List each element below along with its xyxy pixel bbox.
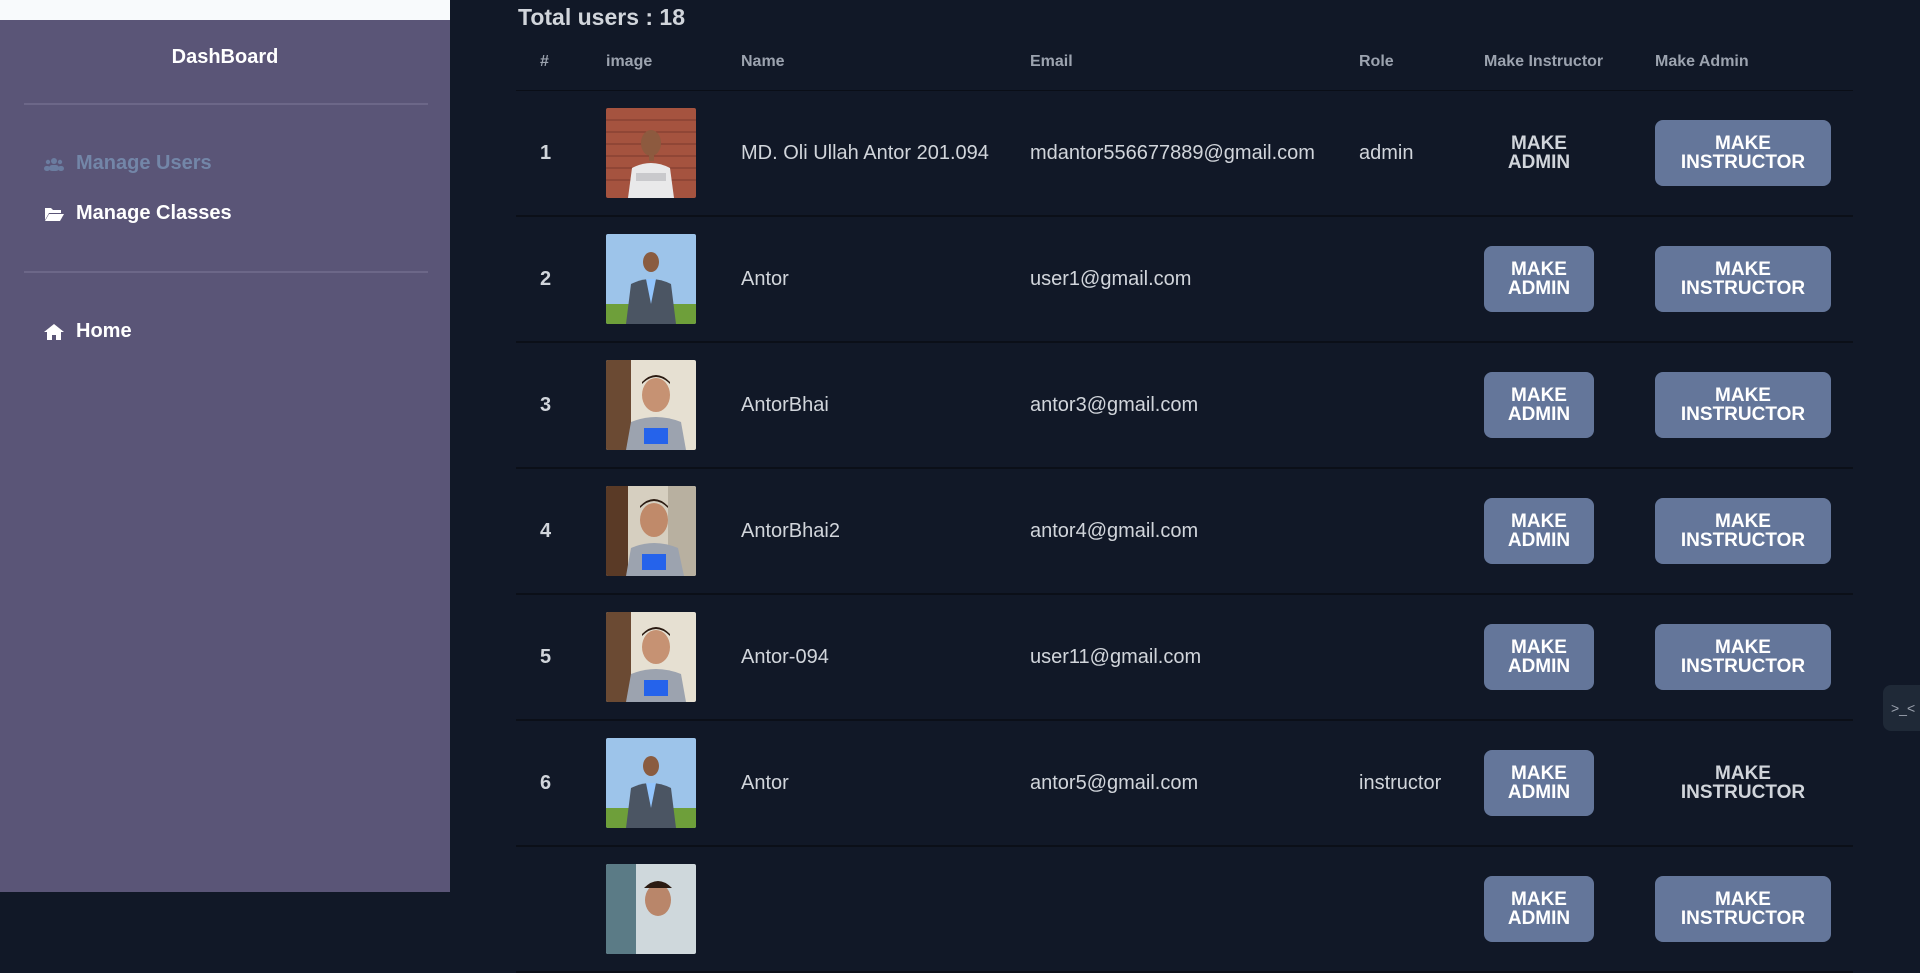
make-admin-button[interactable]: MAKE ADMIN bbox=[1484, 498, 1594, 564]
make-instructor-button[interactable]: MAKE INSTRUCTOR bbox=[1655, 246, 1831, 312]
column-header-make-admin: Make Admin bbox=[1655, 53, 1749, 70]
total-users-label: Total users : 18 bbox=[518, 4, 686, 30]
user-avatar bbox=[606, 108, 696, 198]
row-number: 3 bbox=[540, 393, 552, 416]
user-avatar bbox=[606, 612, 696, 702]
user-name: AntorBhai bbox=[741, 393, 829, 416]
sidebar-item-label: Manage Users bbox=[76, 152, 212, 174]
make-admin-button[interactable]: MAKE ADMIN bbox=[1484, 876, 1594, 942]
table-row: 2 Antor user1@gmail.com MAKE ADMIN MAKE … bbox=[516, 217, 1853, 343]
table-header: # image Name Email Role Make Instructor … bbox=[516, 40, 1853, 91]
table-row: 3 AntorBhai antor3@gmail.com MAKE ADMIN … bbox=[516, 343, 1853, 469]
make-admin-button[interactable]: MAKE ADMIN bbox=[1484, 372, 1594, 438]
make-admin-button[interactable]: MAKE ADMIN bbox=[1484, 624, 1594, 690]
home-icon bbox=[44, 322, 64, 342]
row-number: 5 bbox=[540, 645, 552, 668]
user-avatar bbox=[606, 486, 696, 576]
side-widget-tab[interactable]: >_< bbox=[1883, 685, 1920, 731]
make-instructor-button[interactable]: MAKE INSTRUCTOR bbox=[1655, 624, 1831, 690]
table-row: 6 Antor antor5@gmail.com instructor MAKE… bbox=[516, 721, 1853, 847]
table-row: 1 MD. Oli Ullah Antor 201.094 mdantor556… bbox=[516, 91, 1853, 217]
column-header-email: Email bbox=[1030, 53, 1073, 70]
sidebar-item-home[interactable]: Home bbox=[44, 320, 132, 343]
make-admin-button[interactable]: MAKE ADMIN bbox=[1484, 120, 1594, 186]
user-role: admin bbox=[1359, 141, 1414, 164]
table-row: MAKE ADMIN MAKE INSTRUCTOR bbox=[516, 847, 1853, 973]
user-role: instructor bbox=[1359, 771, 1442, 794]
make-instructor-button[interactable]: MAKE INSTRUCTOR bbox=[1655, 372, 1831, 438]
make-instructor-button[interactable]: MAKE INSTRUCTOR bbox=[1655, 498, 1831, 564]
row-number: 1 bbox=[540, 141, 552, 164]
user-email: mdantor556677889@gmail.com bbox=[1030, 141, 1315, 164]
users-icon bbox=[44, 154, 64, 174]
row-number: 4 bbox=[540, 519, 552, 542]
sidebar-item-manage-users[interactable]: Manage Users bbox=[44, 152, 212, 175]
users-table: # image Name Email Role Make Instructor … bbox=[516, 40, 1853, 973]
user-avatar bbox=[606, 234, 696, 324]
user-name: Antor-094 bbox=[741, 645, 829, 668]
user-name: AntorBhai2 bbox=[741, 519, 840, 542]
sidebar-top-strip bbox=[0, 0, 450, 20]
make-instructor-button[interactable]: MAKE INSTRUCTOR bbox=[1655, 876, 1831, 942]
user-name: Antor bbox=[741, 267, 789, 290]
user-email: antor4@gmail.com bbox=[1030, 519, 1199, 542]
user-avatar bbox=[606, 864, 696, 954]
table-row: 5 Antor-094 user11@gmail.com MAKE ADMIN … bbox=[516, 595, 1853, 721]
sidebar-divider bbox=[24, 103, 428, 105]
user-email: antor3@gmail.com bbox=[1030, 393, 1199, 416]
column-header-make-instructor: Make Instructor bbox=[1484, 53, 1604, 70]
table-row: 4 AntorBhai2 antor4@gmail.com MAKE ADMIN… bbox=[516, 469, 1853, 595]
user-name: Antor bbox=[741, 771, 789, 794]
user-email: user11@gmail.com bbox=[1030, 645, 1202, 668]
column-header-number: # bbox=[540, 53, 549, 70]
user-email: antor5@gmail.com bbox=[1030, 771, 1199, 794]
make-instructor-button[interactable]: MAKE INSTRUCTOR bbox=[1655, 120, 1831, 186]
column-header-name: Name bbox=[741, 53, 785, 70]
make-instructor-button[interactable]: MAKE INSTRUCTOR bbox=[1655, 750, 1831, 816]
column-header-image: image bbox=[606, 53, 653, 70]
make-admin-button[interactable]: MAKE ADMIN bbox=[1484, 750, 1594, 816]
sidebar-title: DashBoard bbox=[171, 46, 279, 68]
user-email: user1@gmail.com bbox=[1030, 267, 1192, 290]
column-header-role: Role bbox=[1359, 53, 1394, 70]
folder-open-icon bbox=[44, 204, 64, 224]
sidebar-item-label: Home bbox=[76, 320, 132, 342]
sidebar: DashBoard Manage Users Manage Classes Ho… bbox=[0, 0, 450, 892]
user-name: MD. Oli Ullah Antor 201.094 bbox=[741, 141, 989, 164]
sidebar-divider bbox=[24, 271, 428, 273]
user-avatar bbox=[606, 738, 696, 828]
sidebar-item-manage-classes[interactable]: Manage Classes bbox=[44, 202, 232, 225]
make-admin-button[interactable]: MAKE ADMIN bbox=[1484, 246, 1594, 312]
row-number: 6 bbox=[540, 771, 552, 794]
row-number: 2 bbox=[540, 267, 552, 290]
user-avatar bbox=[606, 360, 696, 450]
sidebar-item-label: Manage Classes bbox=[76, 202, 232, 224]
